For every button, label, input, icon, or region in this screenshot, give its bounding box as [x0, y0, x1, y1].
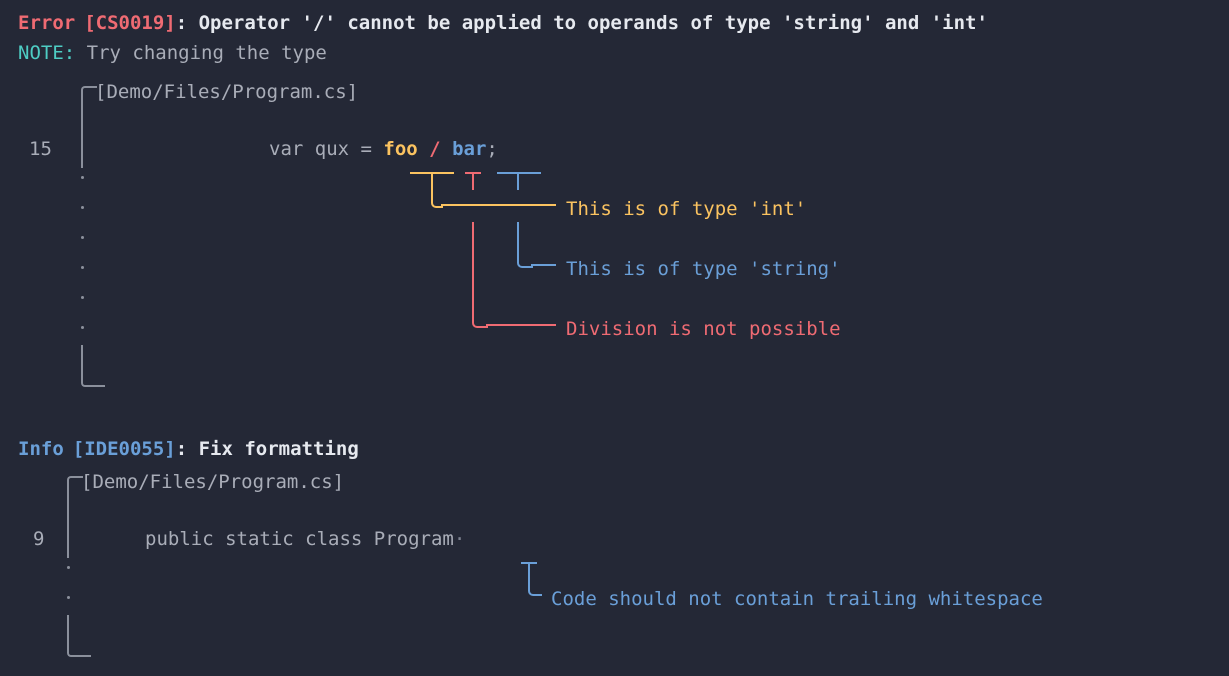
gutter-dot — [81, 326, 84, 329]
diagnostic-message-error: Operator '/' cannot be applied to operan… — [187, 12, 988, 34]
note-text: Try changing the type — [75, 42, 327, 64]
connector-line-division — [486, 324, 556, 326]
gutter-corner-bottom-error — [81, 345, 105, 387]
diagnostic-note-error: NOTE: Try changing the type — [18, 38, 327, 68]
connector-elbow-string — [517, 222, 533, 268]
gutter-dot — [81, 266, 84, 269]
connector-elbow-whitespace — [528, 562, 542, 596]
source-token: public static class Program — [145, 528, 454, 550]
diagnostic-header-error: Error [CS0019]: Operator '/' cannot be ap… — [18, 8, 988, 38]
source-token — [418, 138, 429, 160]
diagnostic-separator-error: : — [175, 12, 188, 34]
line-number-error: 15 — [29, 138, 52, 160]
connector-line-int — [441, 204, 556, 206]
gutter-rule-error — [81, 106, 83, 168]
file-path-error: [Demo/Files/Program.cs] — [95, 81, 359, 103]
source-token-operator: / — [429, 138, 441, 160]
gutter-dot — [81, 296, 84, 299]
gutter-corner-bottom-info — [67, 615, 91, 657]
diagnostic-separator-info: : — [175, 438, 188, 460]
source-token-bar: bar — [452, 138, 487, 160]
note-label: NOTE: — [18, 42, 76, 64]
gutter-dot — [81, 236, 84, 239]
source-token: var qux = — [269, 138, 384, 160]
gutter-dot — [67, 566, 70, 569]
source-line-info: public static class Program· — [145, 524, 465, 554]
connector-elbow-division — [472, 222, 488, 328]
source-token — [441, 138, 452, 160]
gutter-dot — [81, 176, 84, 179]
diagnostic-code-error: [CS0019] — [84, 12, 176, 34]
gutter-rule-info — [67, 496, 69, 558]
connector-elbow-int — [431, 172, 443, 208]
line-number-info: 9 — [33, 528, 45, 550]
gutter-dot — [81, 206, 84, 209]
severity-label-error: Error — [18, 12, 76, 34]
severity-label-info: Info — [18, 438, 64, 460]
diagnostic-output-canvas: Error [CS0019]: Operator '/' cannot be ap… — [0, 0, 1229, 676]
annotation-label-whitespace: Code should not contain trailing whitesp… — [551, 588, 1043, 610]
trailing-whitespace-marker: · — [453, 528, 466, 550]
source-token-foo: foo — [383, 138, 418, 160]
annotation-label-string: This is of type 'string' — [566, 258, 841, 280]
diagnostic-code-info: [IDE0055] — [72, 438, 176, 460]
connector-line-string — [531, 264, 556, 266]
underline-stem-operator — [472, 172, 474, 190]
gutter-dot — [67, 596, 70, 599]
annotation-label-int: This is of type 'int' — [566, 198, 807, 220]
source-token: ; — [486, 138, 498, 160]
annotation-label-division: Division is not possible — [566, 318, 841, 340]
underline-stem-bar — [517, 172, 519, 190]
diagnostic-header-info: Info [IDE0055]: Fix formatting — [18, 434, 359, 464]
underline-marker-bar — [497, 172, 541, 174]
file-path-info: [Demo/Files/Program.cs] — [81, 471, 345, 493]
source-line-error: var qux = foo / bar; — [269, 134, 498, 164]
diagnostic-message-info: Fix formatting — [187, 438, 359, 460]
